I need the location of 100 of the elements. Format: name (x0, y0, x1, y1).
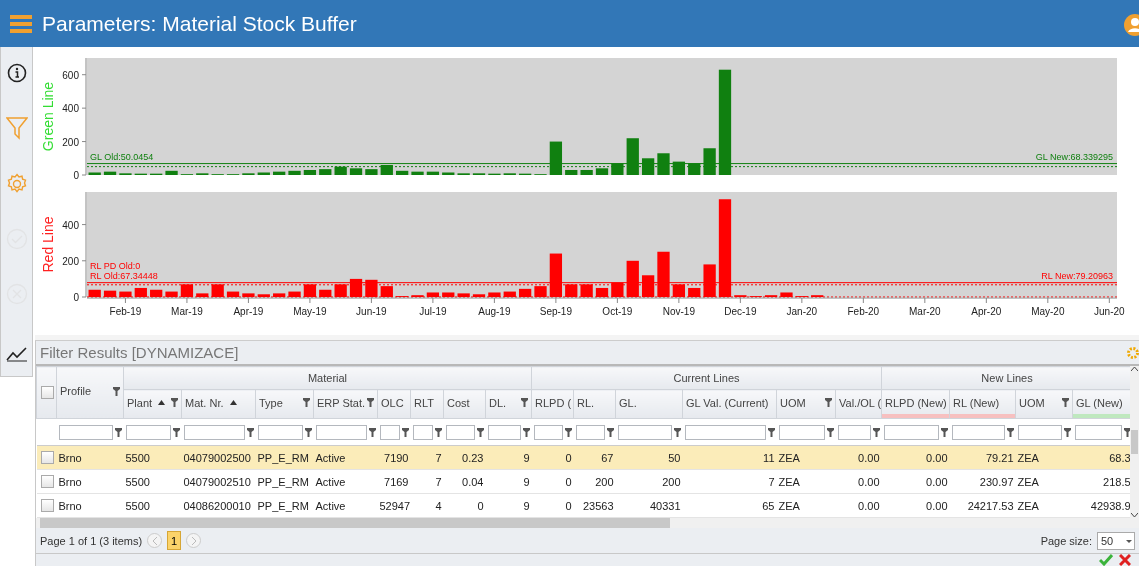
column-header[interactable]: RLPD (New) (881, 389, 950, 419)
y-tick-label: 400 (62, 219, 79, 231)
filter-field[interactable] (778, 424, 825, 440)
filter-icon[interactable] (673, 427, 681, 437)
column-header[interactable]: UOM (776, 389, 836, 419)
column-header[interactable]: GL (New) (1072, 389, 1130, 419)
y-tick-label: 400 (62, 103, 79, 115)
filter-field[interactable] (1017, 424, 1062, 440)
filter-field[interactable] (487, 424, 521, 440)
column-header[interactable]: Mat. Nr. (181, 389, 256, 419)
scroll-up-icon[interactable] (1131, 366, 1138, 372)
filter-icon[interactable] (476, 427, 484, 437)
trend-line-icon[interactable] (5, 346, 28, 362)
filter-field[interactable] (837, 424, 871, 440)
threshold-label: GL New:68.339295 (1035, 151, 1113, 162)
menu-icon[interactable] (10, 13, 32, 34)
filter-field[interactable] (445, 424, 475, 440)
bar (442, 172, 455, 175)
scrollbar-thumb[interactable] (1131, 430, 1138, 455)
x-tick-label: Sep-19 (539, 306, 572, 317)
chevron-right-icon[interactable] (190, 536, 197, 545)
settings-icon[interactable] (5, 173, 28, 195)
x-tick-label: Mar-20 (909, 306, 941, 317)
bar (703, 148, 716, 175)
info-icon[interactable] (6, 63, 27, 83)
filter-field[interactable] (617, 424, 672, 440)
filter-icon[interactable] (1123, 427, 1130, 437)
filter-icon[interactable] (367, 398, 374, 408)
filter-icon[interactable] (1063, 427, 1071, 437)
filter-icon[interactable] (872, 427, 880, 437)
filter-field[interactable] (575, 424, 605, 440)
bar (242, 293, 255, 297)
filter-icon[interactable] (767, 427, 775, 437)
filter-icon[interactable] (171, 398, 178, 408)
filter-icon[interactable] (826, 427, 834, 437)
filter-icon[interactable] (1006, 427, 1014, 437)
column-header[interactable]: Type (255, 389, 314, 419)
column-header[interactable]: Plant (123, 389, 182, 419)
filter-field[interactable] (412, 424, 433, 440)
previous-page-button[interactable] (147, 533, 163, 549)
column-header[interactable]: GL Val. (Current) (682, 389, 777, 419)
row-checkbox[interactable] (40, 451, 54, 465)
column-header[interactable]: GL. (615, 389, 683, 419)
column-group-header: Current Lines (531, 366, 882, 390)
filter-field[interactable] (257, 424, 303, 440)
scroll-down-icon[interactable] (1131, 513, 1138, 519)
column-header[interactable]: Profile (56, 366, 124, 419)
filter-icon[interactable] (1062, 398, 1069, 408)
window-title: Parameters: Material Stock Buffer (42, 11, 357, 36)
filter-icon[interactable] (246, 427, 254, 437)
column-header[interactable]: UOM (1015, 389, 1073, 419)
check-icon[interactable] (1099, 554, 1113, 566)
filter-field[interactable] (315, 424, 367, 440)
filter-icon[interactable] (940, 427, 948, 437)
filter-field[interactable] (951, 424, 1005, 440)
filter-icon[interactable] (368, 427, 376, 437)
vertical-scrollbar[interactable] (1130, 366, 1139, 519)
filter-field[interactable] (883, 424, 939, 440)
bar (257, 294, 270, 297)
row-checkbox[interactable] (40, 499, 54, 513)
filter-icon[interactable] (606, 427, 614, 437)
chevron-left-icon[interactable] (151, 536, 158, 545)
filter-icon[interactable] (114, 427, 122, 437)
filter-icon[interactable] (401, 427, 409, 437)
select-all-checkbox[interactable] (41, 386, 54, 400)
horizontal-scrollbar[interactable] (36, 518, 1139, 529)
table-cell: 0 (443, 493, 486, 518)
table-cell: ZEA (776, 469, 836, 494)
filter-icon[interactable] (172, 427, 180, 437)
column-header[interactable]: RL (New) (949, 389, 1016, 419)
page-button[interactable]: 1 (167, 531, 182, 551)
filter-icon[interactable] (304, 427, 312, 437)
table-cell: 7 (410, 469, 444, 494)
filter-field[interactable] (684, 424, 766, 440)
bar (442, 292, 455, 297)
sort-ascending-icon[interactable] (158, 400, 166, 406)
x-tick-label: Oct-19 (602, 306, 633, 317)
table-cell: 04086200010 (181, 493, 256, 518)
filter-field[interactable] (125, 424, 171, 440)
sort-ascending-icon[interactable] (229, 400, 237, 406)
filter-field[interactable] (1074, 424, 1122, 440)
filter-icon[interactable] (521, 398, 528, 408)
filter-field[interactable] (533, 424, 563, 440)
filter-icon[interactable] (113, 386, 120, 396)
filter-icon[interactable] (825, 398, 832, 408)
filter-icon[interactable] (522, 427, 530, 437)
filter-field[interactable] (58, 424, 113, 440)
filter-field[interactable] (379, 424, 400, 440)
column-header[interactable]: ERP Stat. (313, 389, 378, 419)
settings-icon[interactable] (1127, 346, 1139, 359)
filter-icon[interactable] (303, 398, 310, 408)
filter-field[interactable] (183, 424, 245, 440)
bar (426, 171, 440, 175)
next-page-button[interactable] (186, 533, 202, 549)
row-checkbox[interactable] (40, 475, 54, 489)
filter-icon[interactable] (434, 427, 442, 437)
close-icon[interactable] (1119, 554, 1131, 566)
filter-icon[interactable] (564, 427, 572, 437)
page-size-select[interactable]: 50 (1097, 531, 1135, 550)
y-tick-label: 0 (73, 170, 79, 180)
